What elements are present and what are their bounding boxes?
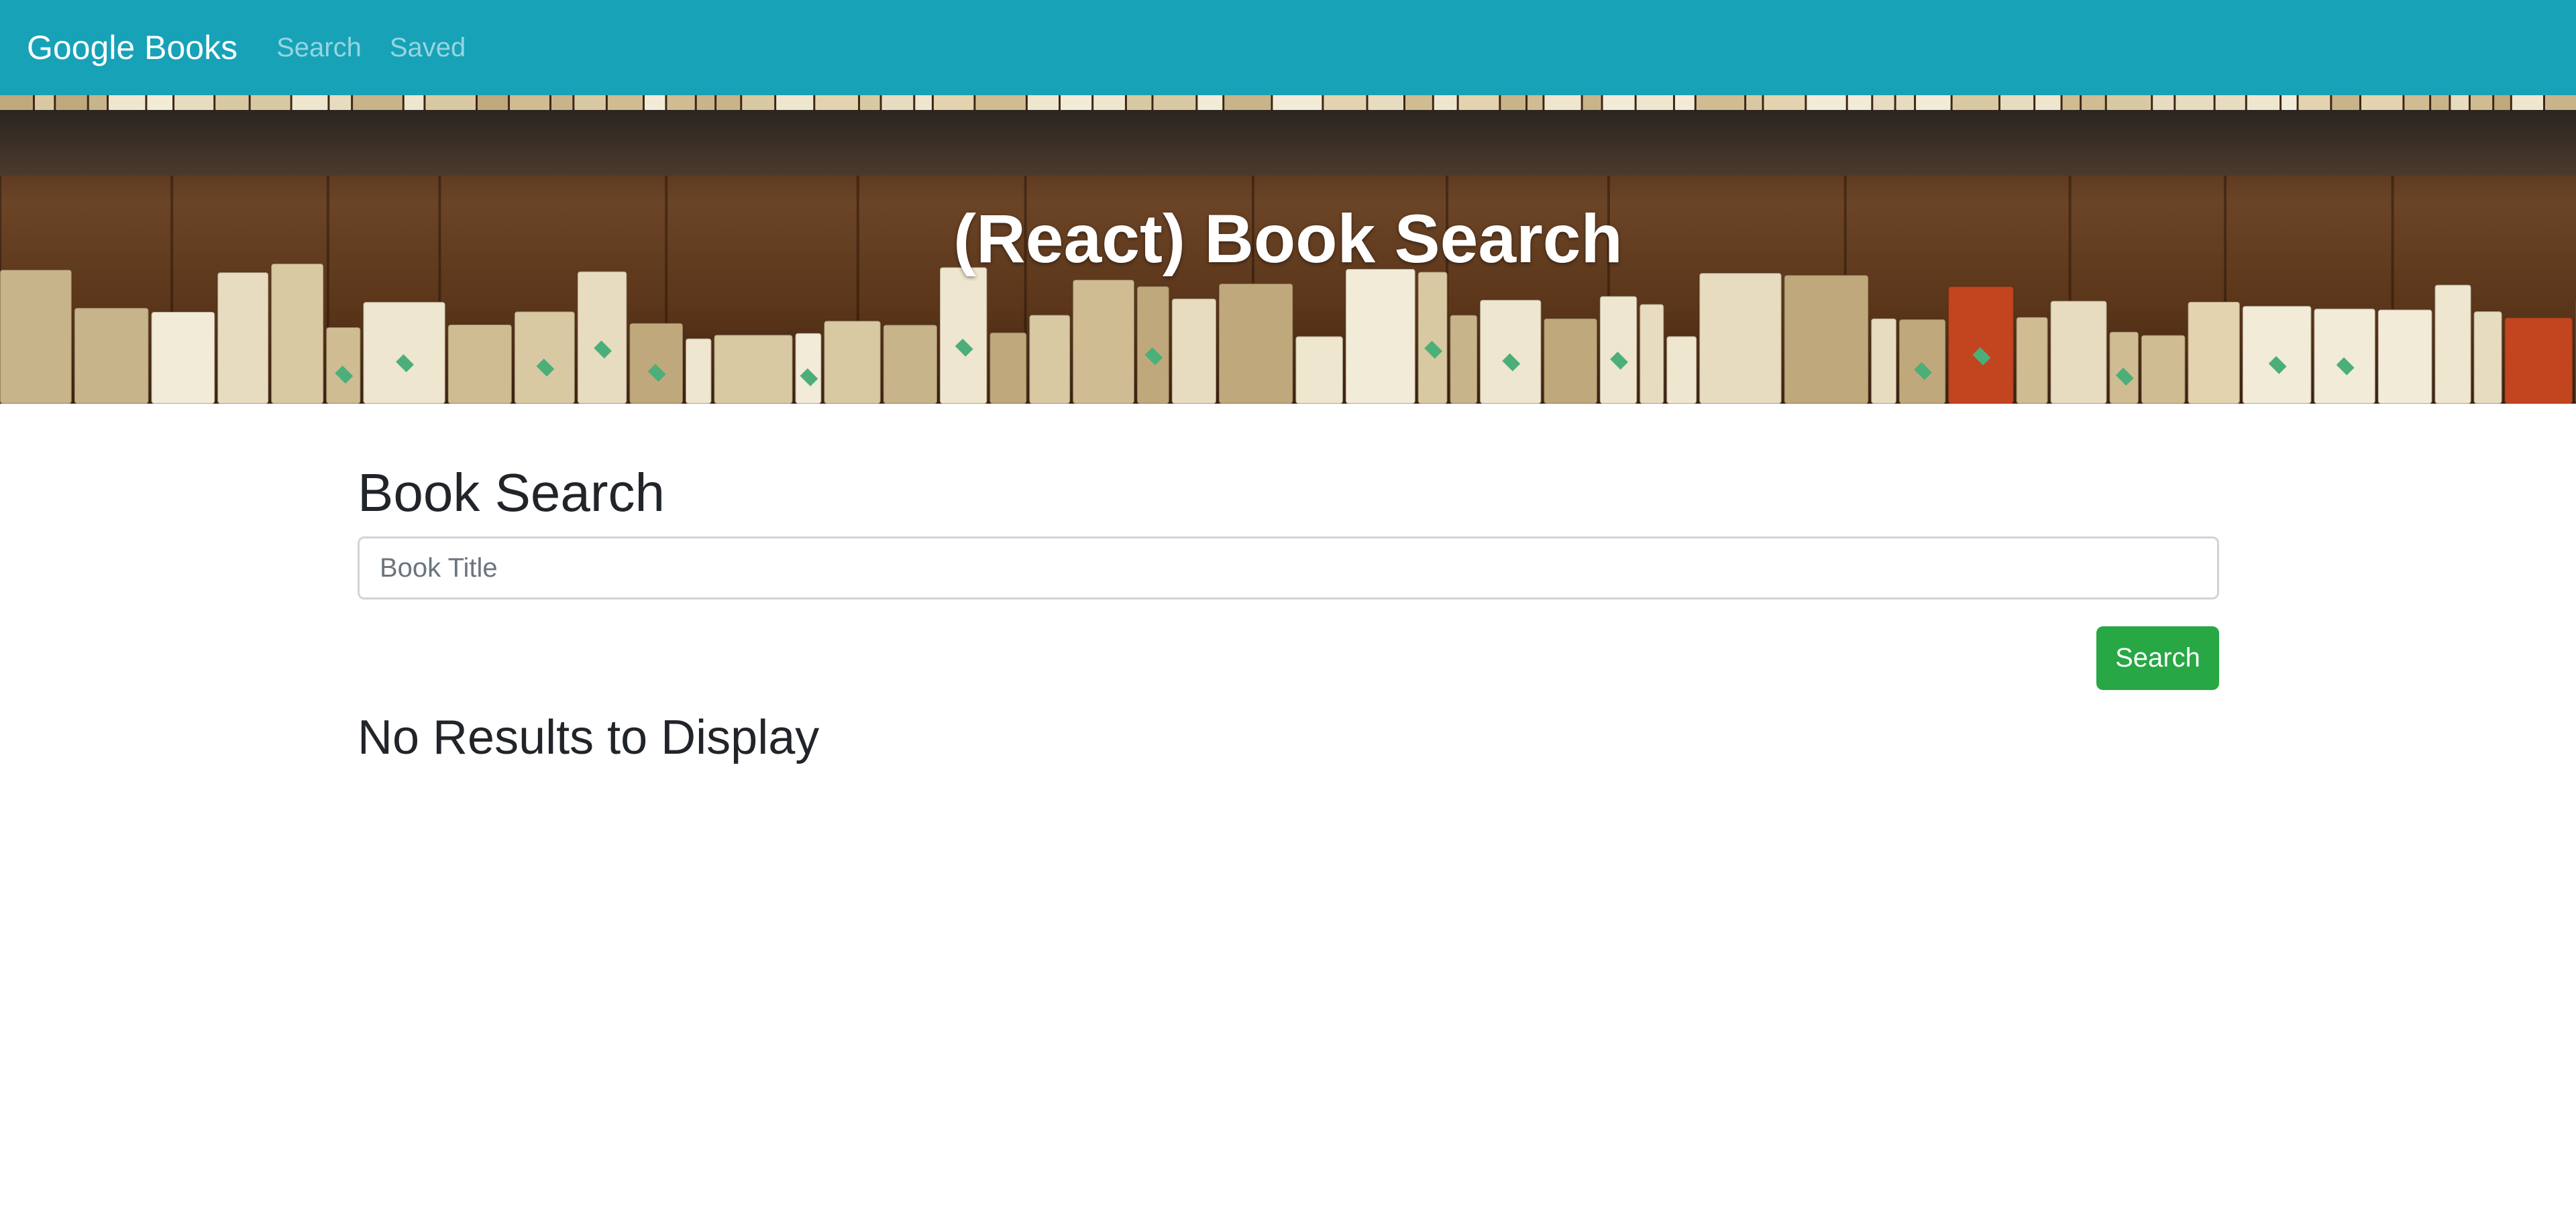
nav-link-search[interactable]: Search <box>276 33 362 63</box>
page-title: Book Search <box>358 463 665 522</box>
navbar: Google Books Search Saved <box>0 0 2576 95</box>
no-results-message: No Results to Display <box>358 711 820 764</box>
hero-title: (React) Book Search <box>953 200 1623 277</box>
main-content: Book Search Search No Results to Display <box>358 463 2219 764</box>
nav-link-saved[interactable]: Saved <box>390 33 466 63</box>
brand-link[interactable]: Google Books <box>27 28 237 67</box>
book-title-input[interactable] <box>358 536 2219 599</box>
search-button[interactable]: Search <box>2096 626 2219 690</box>
hero-banner: (React) Book Search <box>0 95 2576 404</box>
